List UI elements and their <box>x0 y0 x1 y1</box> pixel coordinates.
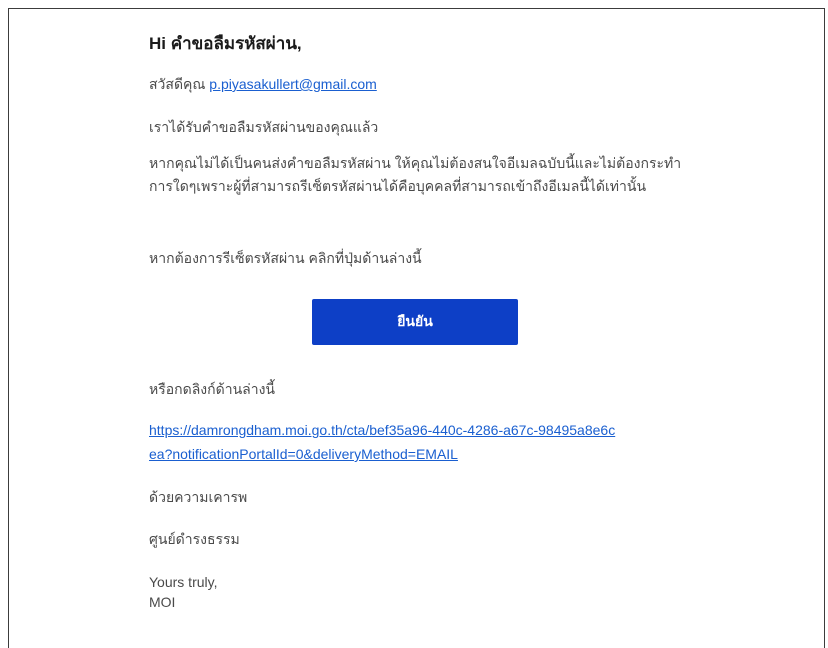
reset-hint-text: หากต้องการรีเซ็ตรหัสผ่าน คลิกที่ปุ่มด้าน… <box>149 250 422 266</box>
hello-prefix: สวัสดีคุณ <box>149 76 206 92</box>
request-received-text: เราได้รับคำขอลืมรหัสผ่านของคุณแล้ว <box>149 119 379 135</box>
or-link-text: หรือกดลิงก์ด้านล่างนี้ <box>149 381 275 397</box>
ignore-instructions-text: หากคุณไม่ได้เป็นคนส่งคำขอลืมรหัสผ่าน ให้… <box>149 155 682 194</box>
email-greeting: Hi คำขอลืมรหัสผ่าน, <box>149 34 302 53</box>
email-card: Hi คำขอลืมรหัสผ่าน, สวัสดีคุณ p.piyasaku… <box>8 8 825 648</box>
signoff: Yours truly, MOI <box>149 572 217 612</box>
signoff-line-1: Yours truly, <box>149 574 218 590</box>
hello-line: สวัสดีคุณ p.piyasakullert@gmail.com <box>149 73 377 95</box>
regards-text: ด้วยความเคารพ <box>149 489 248 505</box>
organization-name: ศูนย์ดำรงธรรม <box>149 531 240 547</box>
reset-password-link[interactable]: https://damrongdham.moi.go.th/cta/bef35a… <box>149 418 619 466</box>
confirm-button[interactable]: ยืนยัน <box>312 299 518 345</box>
recipient-email-link[interactable]: p.piyasakullert@gmail.com <box>209 76 377 92</box>
signoff-line-2: MOI <box>149 594 176 610</box>
